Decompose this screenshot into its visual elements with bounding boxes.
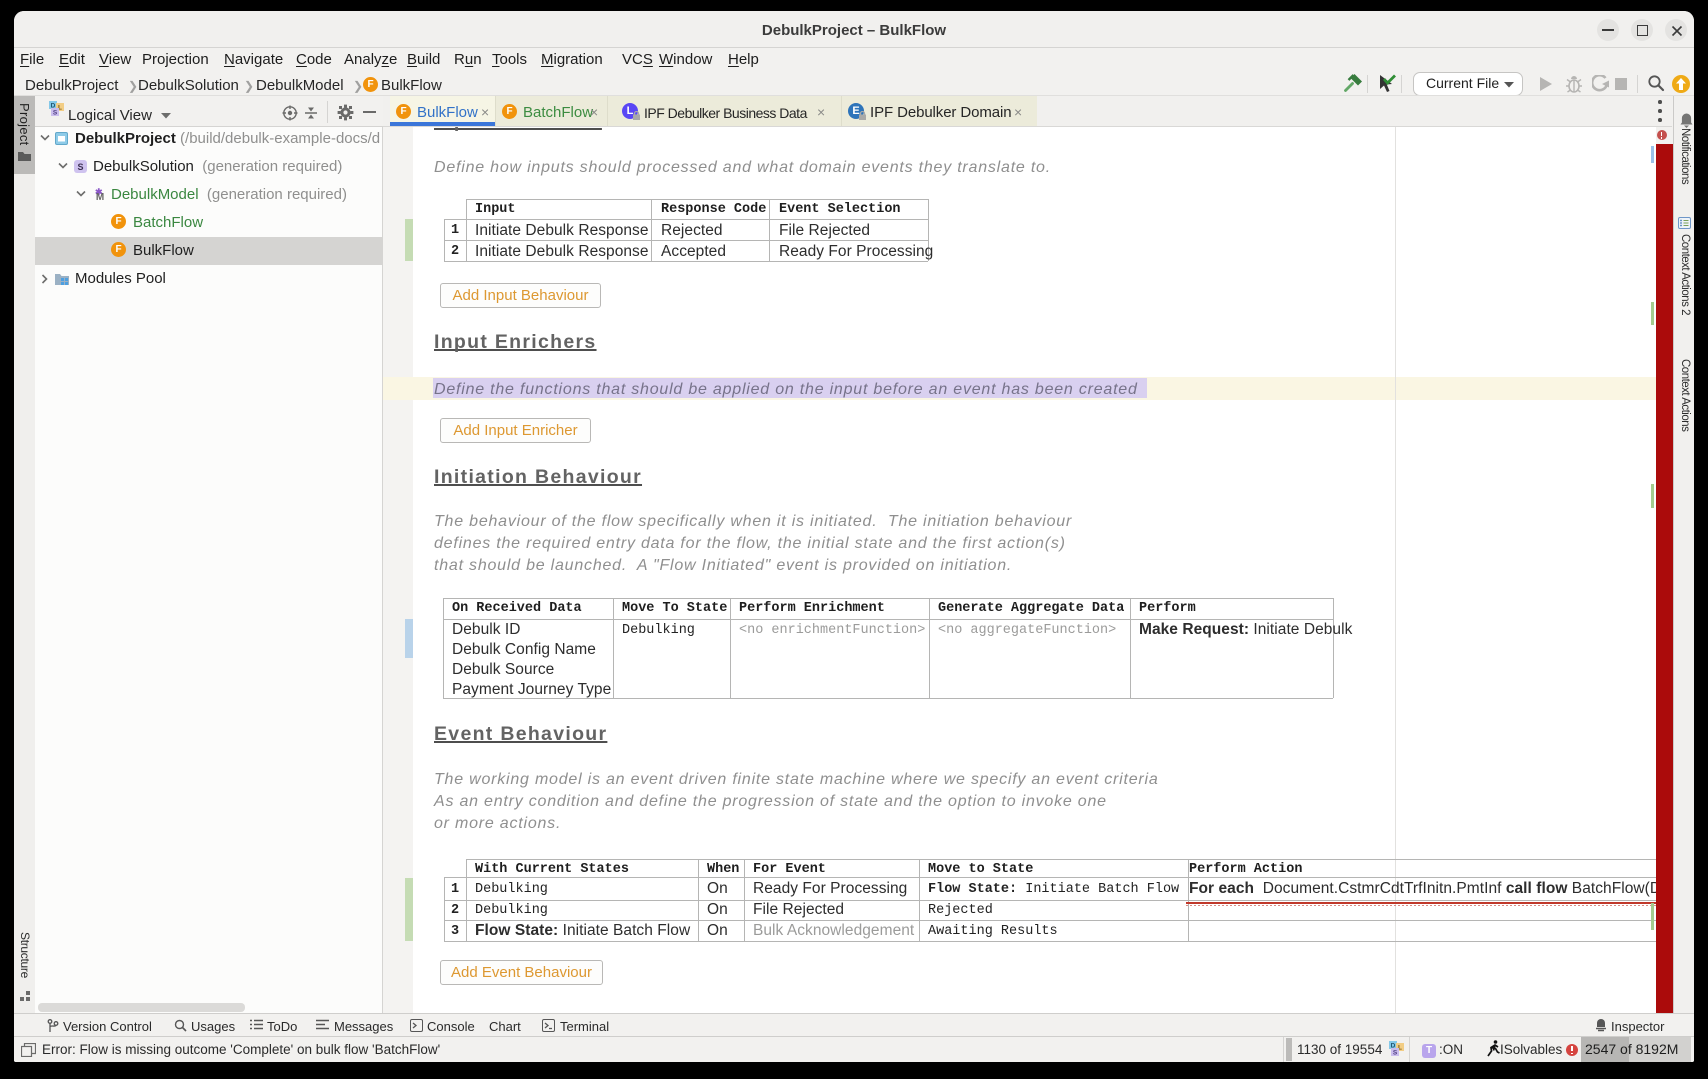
svg-text:M: M (96, 192, 104, 201)
svg-text:S: S (1393, 1050, 1398, 1057)
svg-text:S: S (77, 162, 83, 172)
svg-text:S: S (53, 110, 58, 117)
